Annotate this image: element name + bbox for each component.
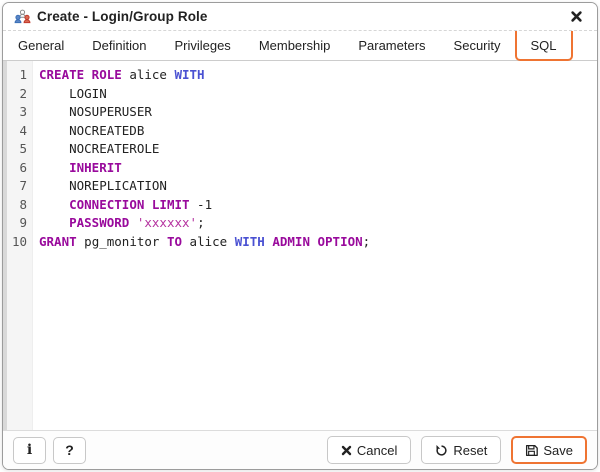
tab-sql[interactable]: SQL	[515, 31, 573, 61]
action-buttons: Cancel Reset Save	[327, 436, 587, 464]
line-number: 7	[3, 177, 33, 196]
dialog-tabbar: General Definition Privileges Membership…	[3, 31, 597, 61]
dialog-help-button[interactable]: ?	[53, 437, 86, 464]
dialog-titlebar: Create - Login/Group Role	[3, 3, 597, 31]
code-line[interactable]: 8 CONNECTION LIMIT -1	[3, 196, 597, 215]
tab-parameters[interactable]: Parameters	[344, 31, 439, 60]
line-number: 9	[3, 214, 33, 233]
login-group-role-icon	[14, 9, 31, 24]
line-number: 3	[3, 103, 33, 122]
tab-definition[interactable]: Definition	[78, 31, 160, 60]
sql-code-editor[interactable]: 1CREATE ROLE alice WITH2 LOGIN3 NOSUPERU…	[3, 61, 597, 430]
cancel-label: Cancel	[357, 443, 397, 458]
question-icon: ?	[65, 442, 74, 458]
line-number: 6	[3, 159, 33, 178]
info-icon: i	[27, 442, 32, 458]
code-line[interactable]: 5 NOCREATEROLE	[3, 140, 597, 159]
create-role-dialog: Create - Login/Group Role General Defini…	[2, 2, 598, 470]
reset-button[interactable]: Reset	[421, 436, 501, 464]
code-text: INHERIT	[33, 159, 122, 178]
cancel-button[interactable]: Cancel	[327, 436, 411, 464]
code-line[interactable]: 1CREATE ROLE alice WITH	[3, 66, 597, 85]
code-text: LOGIN	[33, 85, 107, 104]
code-line[interactable]: 3 NOSUPERUSER	[3, 103, 597, 122]
code-line[interactable]: 9 PASSWORD 'xxxxxx';	[3, 214, 597, 233]
line-number: 10	[3, 233, 33, 252]
line-number: 5	[3, 140, 33, 159]
line-number: 2	[3, 85, 33, 104]
code-text: NOCREATEDB	[33, 122, 144, 141]
code-text: NOSUPERUSER	[33, 103, 152, 122]
code-text: NOREPLICATION	[33, 177, 167, 196]
reset-label: Reset	[453, 443, 487, 458]
code-line[interactable]: 7 NOREPLICATION	[3, 177, 597, 196]
code-line[interactable]: 6 INHERIT	[3, 159, 597, 178]
tab-membership[interactable]: Membership	[245, 31, 345, 60]
code-text: NOCREATEROLE	[33, 140, 159, 159]
close-dialog-button[interactable]	[567, 8, 585, 26]
save-label: Save	[543, 443, 573, 458]
code-text: CREATE ROLE alice WITH	[33, 66, 205, 85]
code-line[interactable]: 4 NOCREATEDB	[3, 122, 597, 141]
code-text: CONNECTION LIMIT -1	[33, 196, 212, 215]
code-line[interactable]: 2 LOGIN	[3, 85, 597, 104]
save-button[interactable]: Save	[511, 436, 587, 464]
dialog-footer: i ? Cancel Reset	[3, 430, 597, 469]
line-number: 4	[3, 122, 33, 141]
tab-security[interactable]: Security	[440, 31, 515, 60]
code-text: GRANT pg_monitor TO alice WITH ADMIN OPT…	[33, 233, 370, 252]
tab-general[interactable]: General	[4, 31, 78, 60]
line-number: 8	[3, 196, 33, 215]
save-floppy-icon	[525, 444, 538, 457]
sql-help-button[interactable]: i	[13, 437, 46, 464]
tab-privileges[interactable]: Privileges	[160, 31, 244, 60]
code-line[interactable]: 10GRANT pg_monitor TO alice WITH ADMIN O…	[3, 233, 597, 252]
reset-icon	[435, 444, 448, 457]
close-icon	[570, 10, 583, 23]
code-text: PASSWORD 'xxxxxx';	[33, 214, 205, 233]
sql-code-area: 1CREATE ROLE alice WITH2 LOGIN3 NOSUPERU…	[3, 61, 597, 251]
cancel-x-icon	[341, 445, 352, 456]
dialog-title: Create - Login/Group Role	[37, 9, 208, 24]
line-number: 1	[3, 66, 33, 85]
